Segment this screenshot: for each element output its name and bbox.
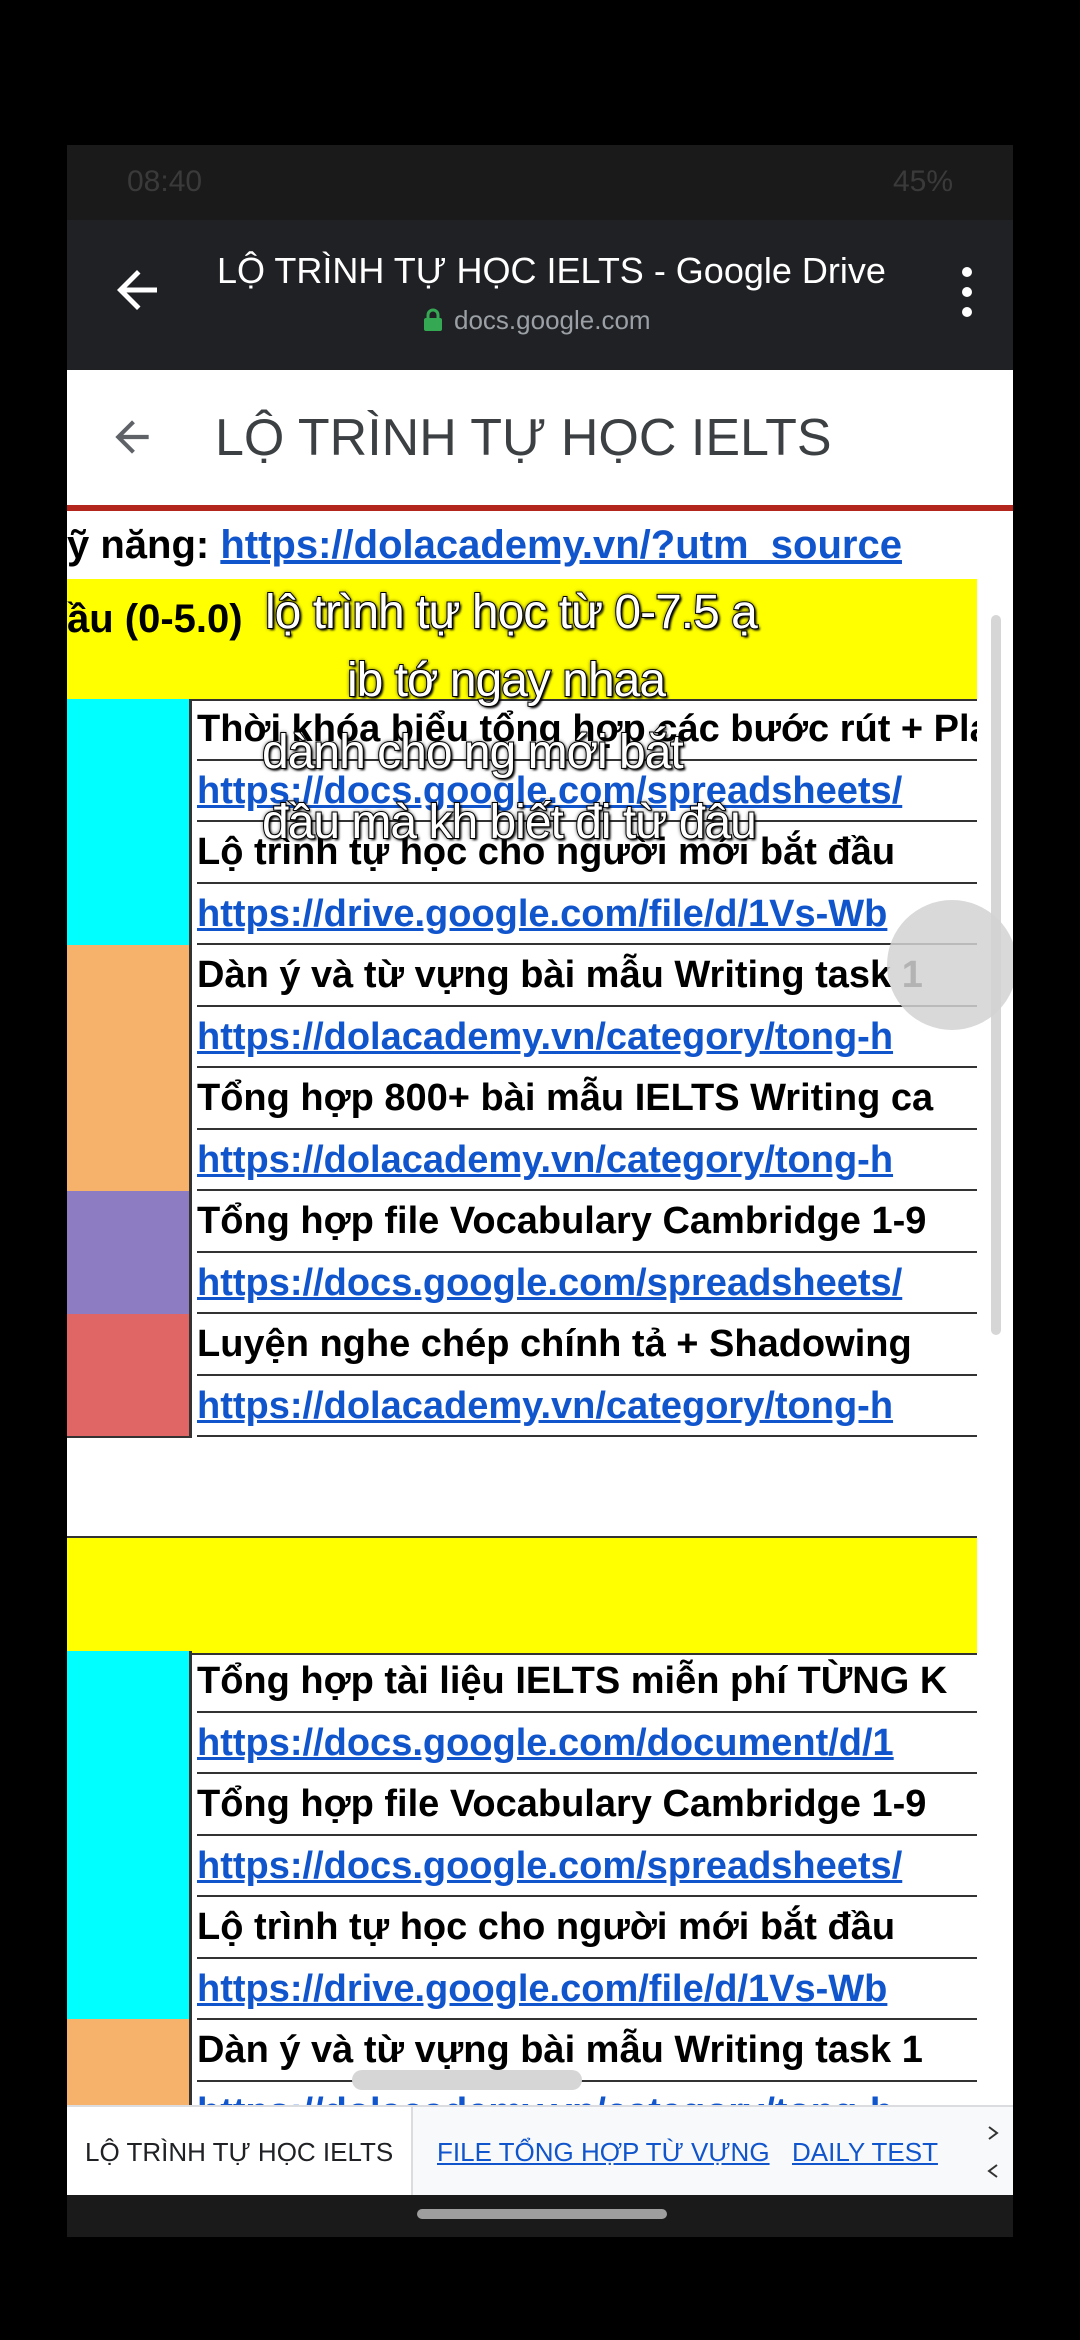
resource-row: Lộ trình tự học cho người mới bắt đầu xyxy=(67,1897,977,1959)
resource-row: Dàn ý và từ vựng bài mẫu Writing task 1 xyxy=(67,945,977,1007)
resource-title: Dàn ý và từ vựng bài mẫu Writing task 1 xyxy=(197,2020,977,2082)
resource-link[interactable]: https://docs.google.com/spreadsheets/ xyxy=(197,1836,977,1897)
resource-title: Tổng hợp tài liệu IELTS miễn phí TỪNG K xyxy=(197,1651,977,1713)
home-gesture-handle[interactable] xyxy=(417,2209,667,2219)
system-nav-bar xyxy=(67,2195,1013,2237)
link-row: https://dolacademy.vn/category/tong-h xyxy=(67,1007,977,1068)
resource-title: Dàn ý và từ vựng bài mẫu Writing task 1 xyxy=(197,945,977,1007)
document-title: LỘ TRÌNH TỰ HỌC IELTS xyxy=(215,409,832,467)
stage-header-row xyxy=(67,1536,977,1655)
skill-link[interactable]: https://dolacademy.vn/?utm_source xyxy=(220,523,902,567)
resource-link[interactable]: https://dolacademy.vn/category/tong-h xyxy=(197,1130,977,1191)
sheet-tab-lo-trinh[interactable]: LỘ TRÌNH TỰ HỌC IELTS xyxy=(67,2107,414,2195)
link-row: https://drive.google.com/file/d/1Vs-Wb xyxy=(67,1959,977,2020)
floating-action-button[interactable] xyxy=(887,900,1013,1030)
sheet-tab-tu-vung[interactable]: FILE TỔNG HỢP TỪ VỰNG xyxy=(437,2127,770,2177)
browser-title: LỘ TRÌNH TỰ HỌC IELTS - Google Drive xyxy=(217,250,886,291)
resource-title: Tổng hợp file Vocabulary Cambridge 1-9 xyxy=(197,1191,977,1253)
skill-label: ỹ năng: xyxy=(67,523,221,567)
resource-link[interactable]: https://docs.google.com/document/d/1 xyxy=(197,1713,977,1774)
link-row: https://docs.google.com/spreadsheets/ xyxy=(67,1836,977,1897)
more-menu-icon[interactable] xyxy=(961,265,973,319)
link-row: https://docs.google.com/spreadsheets/ xyxy=(67,1253,977,1314)
link-row: https://docs.google.com/document/d/1 xyxy=(67,1713,977,1774)
resource-row: Tổng hợp tài liệu IELTS miễn phí TỪNG K xyxy=(67,1651,977,1713)
sheet-tab-bar: LỘ TRÌNH TỰ HỌC IELTS FILE TỔNG HỢP TỪ V… xyxy=(67,2105,1013,2195)
resource-title: Tổng hợp file Vocabulary Cambridge 1-9 xyxy=(197,1774,977,1836)
link-row: https://dolacademy.vn/category/tong-h xyxy=(67,1376,977,1437)
sheet-tab-daily-test[interactable]: DAILY TEST xyxy=(792,2127,938,2177)
tab-scroll-arrows-icon[interactable] xyxy=(983,2119,1005,2185)
resource-title: Luyện nghe chép chính tả + Shadowing xyxy=(197,1314,977,1376)
battery-level: 45% xyxy=(892,165,953,198)
resource-link[interactable]: https://drive.google.com/file/d/1Vs-Wb xyxy=(197,1959,977,2020)
overlay-caption: đầu mà kh biết đi từ đâu xyxy=(261,795,758,850)
resource-row: Tổng hợp file Vocabulary Cambridge 1-9 xyxy=(67,1191,977,1253)
resource-link[interactable]: https://drive.google.com/file/d/1Vs-Wb xyxy=(197,884,977,945)
skill-link-row: ỹ năng: https://dolacademy.vn/?utm_sourc… xyxy=(67,511,977,579)
phone-screen: 08:40 45% LỘ TRÌNH TỰ HỌC IELTS - Google… xyxy=(67,145,1013,2195)
overlay-caption: ib tớ ngay nhaa xyxy=(346,653,667,708)
browser-url: docs.google.com xyxy=(454,305,651,335)
resource-title: Tổng hợp 800+ bài mẫu IELTS Writing ca xyxy=(197,1068,977,1130)
resource-row: Tổng hợp file Vocabulary Cambridge 1-9 xyxy=(67,1774,977,1836)
resource-link[interactable]: https://dolacademy.vn/category/tong-h xyxy=(197,1376,977,1437)
resource-link[interactable]: https://dolacademy.vn/category/tong-h xyxy=(197,1007,977,1068)
status-time: 08:40 xyxy=(127,165,203,198)
horizontal-scrollbar[interactable] xyxy=(352,2070,582,2090)
resource-link[interactable]: https://docs.google.com/spreadsheets/ xyxy=(197,1253,977,1314)
document-header: LỘ TRÌNH TỰ HỌC IELTS xyxy=(67,370,1013,511)
status-bar: 08:40 45% xyxy=(67,145,1013,220)
browser-toolbar: LỘ TRÌNH TỰ HỌC IELTS - Google Drive doc… xyxy=(67,220,1013,370)
resource-title: Lộ trình tự học cho người mới bắt đầu xyxy=(197,1897,977,1959)
overlay-caption: lộ trình tự học từ 0-7.5 ạ xyxy=(264,585,759,640)
back-arrow-icon[interactable] xyxy=(107,260,167,320)
back-arrow-icon[interactable] xyxy=(107,412,157,462)
link-row: https://dolacademy.vn/category/tong-h xyxy=(67,1130,977,1191)
stage-label: ầu (0-5.0) xyxy=(67,597,243,641)
link-row: https://drive.google.com/file/d/1Vs-Wb xyxy=(67,884,977,945)
overlay-caption: dành cho ng mới bắt xyxy=(261,725,685,780)
resource-row: Tổng hợp 800+ bài mẫu IELTS Writing ca xyxy=(67,1068,977,1130)
resource-row: Luyện nghe chép chính tả + Shadowing xyxy=(67,1314,977,1376)
